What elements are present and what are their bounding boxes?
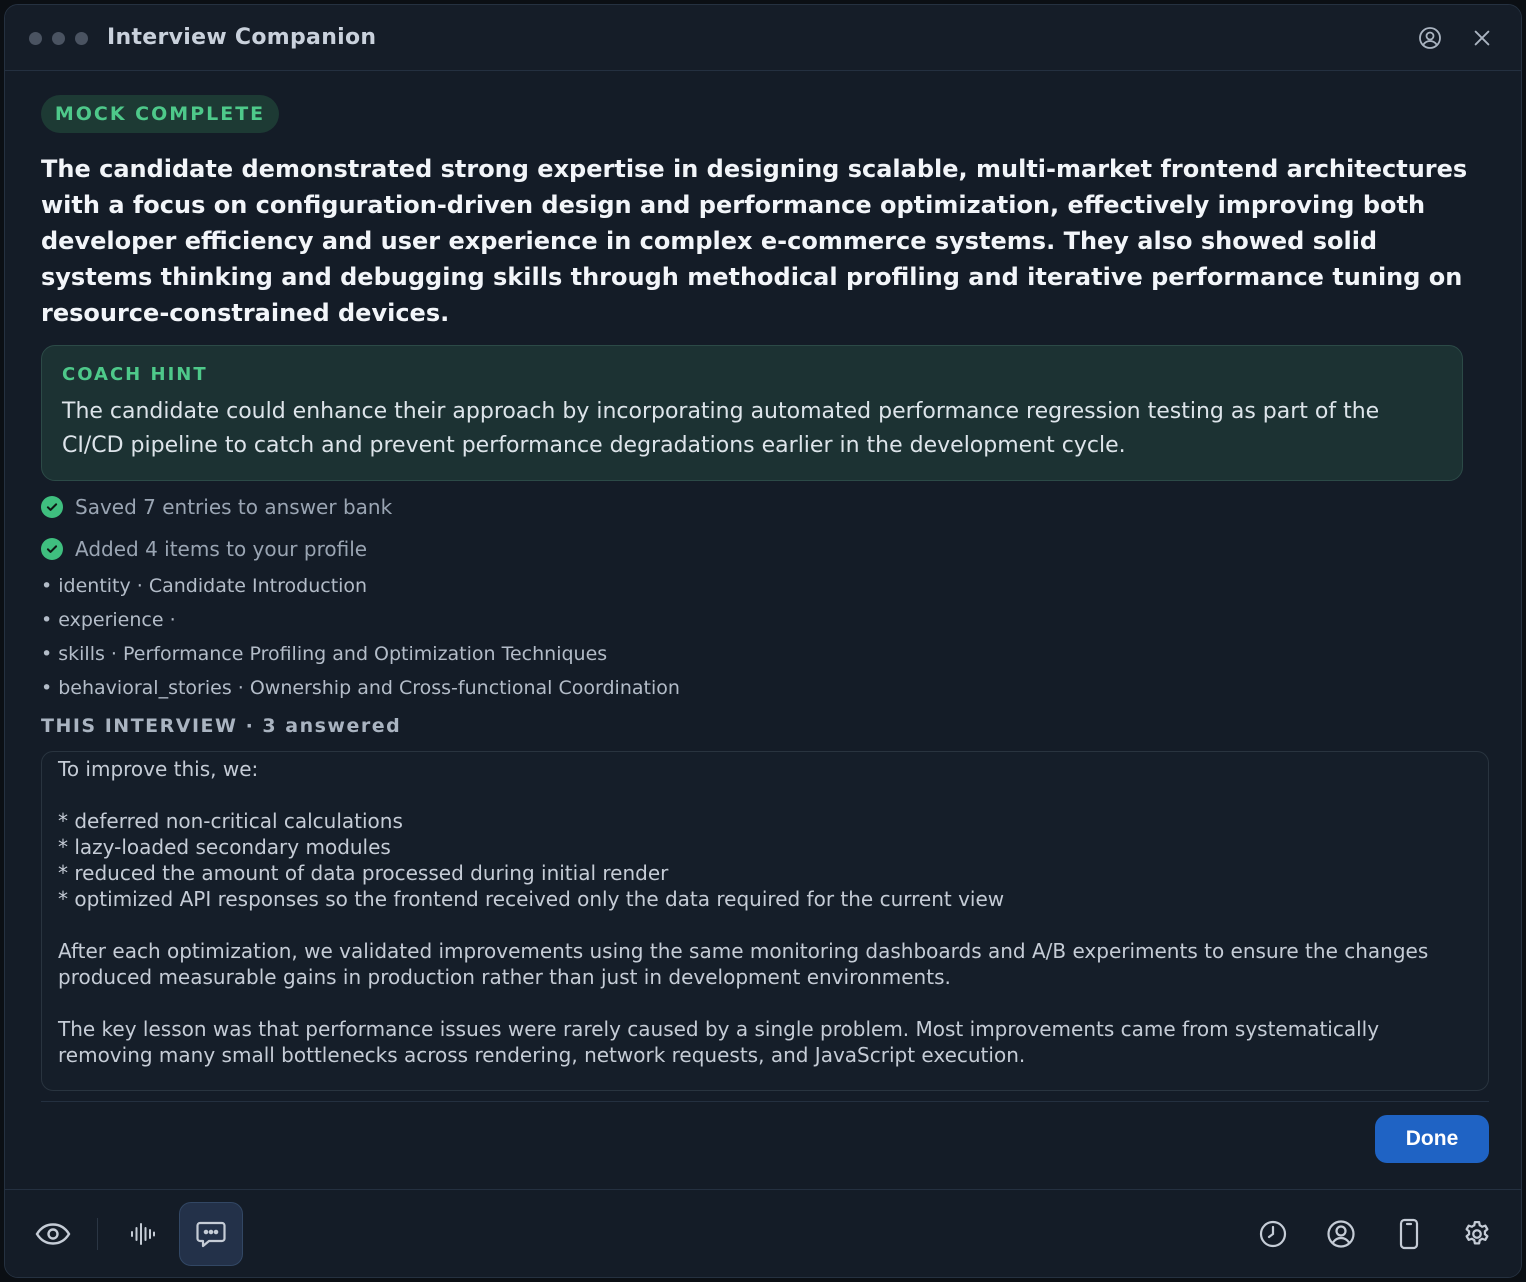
list-item: • behavioral_stories · Ownership and Cro… bbox=[41, 677, 680, 699]
saved-status: Saved 7 entries to answer bank bbox=[41, 495, 392, 519]
check-circle-icon bbox=[41, 496, 63, 518]
window-zoom-dot[interactable] bbox=[75, 32, 88, 45]
added-status: Added 4 items to your profile bbox=[41, 537, 367, 561]
interview-summary: The candidate demonstrated strong expert… bbox=[41, 155, 1468, 327]
window-close-dot[interactable] bbox=[29, 32, 42, 45]
answer-text-area[interactable]: To improve this, we: * deferred non-crit… bbox=[41, 751, 1489, 1091]
eye-icon[interactable] bbox=[21, 1202, 85, 1266]
check-circle-icon bbox=[41, 538, 63, 560]
saved-status-text: Saved 7 entries to answer bank bbox=[75, 495, 393, 519]
list-item: • experience · bbox=[41, 609, 176, 631]
app-title: Interview Companion bbox=[107, 25, 377, 50]
list-item: • identity · Candidate Introduction bbox=[41, 575, 368, 597]
waveform-icon[interactable] bbox=[111, 1202, 175, 1266]
profile-items-list: • identity · Candidate Introduction • ex… bbox=[41, 569, 680, 705]
title-bar: Interview Companion bbox=[5, 5, 1521, 71]
close-icon[interactable] bbox=[1469, 25, 1495, 51]
phone-icon[interactable] bbox=[1377, 1202, 1441, 1266]
settings-icon[interactable] bbox=[1445, 1202, 1509, 1266]
chat-icon[interactable] bbox=[179, 1202, 243, 1266]
toolbar-separator bbox=[97, 1218, 98, 1250]
bottom-toolbar bbox=[5, 1189, 1521, 1277]
interview-companion-window: Interview Companion MOCK COMPLETE The ca… bbox=[4, 4, 1522, 1278]
mock-complete-badge: MOCK COMPLETE bbox=[41, 95, 279, 133]
user-circle-icon[interactable] bbox=[1417, 25, 1443, 51]
divider bbox=[41, 1101, 1489, 1102]
done-button[interactable]: Done bbox=[1375, 1115, 1489, 1163]
profile-icon[interactable] bbox=[1309, 1202, 1373, 1266]
coach-hint-text: The candidate could enhance their approa… bbox=[62, 399, 1380, 458]
interview-section-title: THIS INTERVIEW · 3 answered bbox=[41, 715, 402, 737]
added-status-text: Added 4 items to your profile bbox=[75, 537, 368, 561]
history-icon[interactable] bbox=[1241, 1202, 1305, 1266]
coach-hint-card: COACH HINT The candidate could enhance t… bbox=[41, 345, 1463, 481]
window-minimize-dot[interactable] bbox=[52, 32, 65, 45]
window-controls bbox=[29, 32, 88, 45]
coach-hint-title: COACH HINT bbox=[62, 364, 208, 385]
list-item: • skills · Performance Profiling and Opt… bbox=[41, 643, 608, 665]
